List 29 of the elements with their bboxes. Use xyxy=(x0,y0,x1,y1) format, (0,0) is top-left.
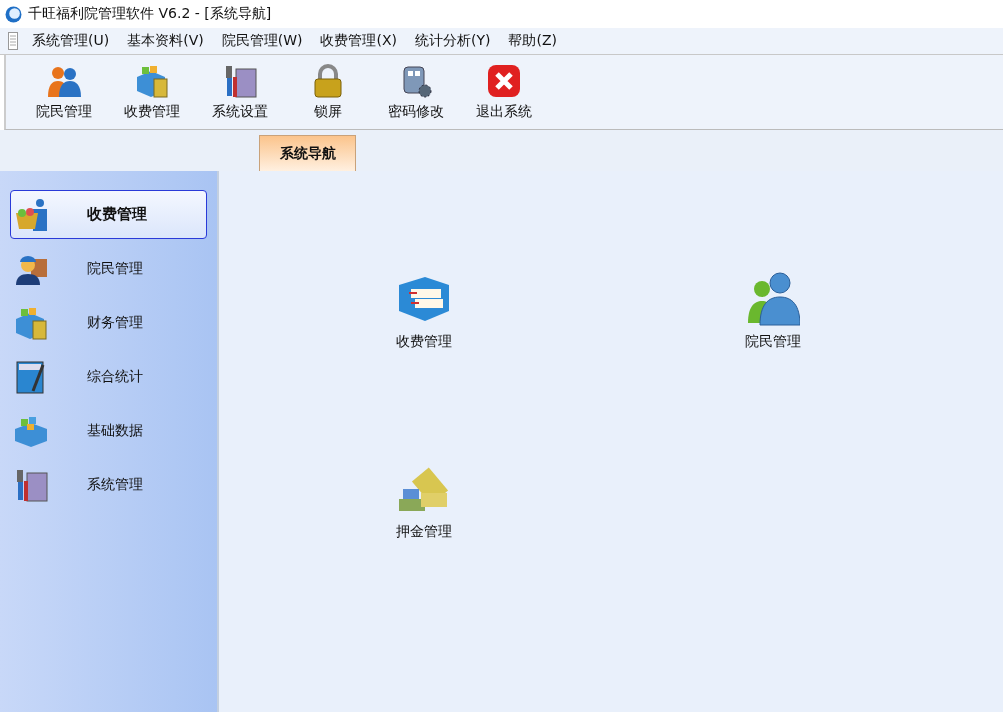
sidebar-item[interactable]: 基础数据 xyxy=(10,406,207,455)
menu-item[interactable]: 院民管理(W) xyxy=(221,32,303,50)
box-calculator-icon xyxy=(134,63,170,99)
launcher-button[interactable]: 院民管理 xyxy=(718,271,828,351)
toolbar-button[interactable]: 收费管理 xyxy=(108,63,196,121)
toolbar-button[interactable]: 锁屏 xyxy=(284,63,372,121)
launcher-button[interactable]: 收费管理 xyxy=(369,271,479,351)
sidebar-item[interactable]: 综合统计 xyxy=(10,352,207,401)
window-title: 千旺福利院管理软件 V6.2 - [系统导航] xyxy=(28,5,272,23)
toolbar-button[interactable]: 院民管理 xyxy=(20,63,108,121)
launcher-button[interactable]: 押金管理 xyxy=(369,461,479,541)
menu-grip-icon xyxy=(8,32,18,50)
people-icon xyxy=(746,271,800,327)
toolbar-button[interactable]: 系统设置 xyxy=(196,63,284,121)
sidebar-item[interactable]: 收费管理 xyxy=(10,190,207,239)
toolbar-button[interactable]: 密码修改 xyxy=(372,63,460,121)
toolbar-button[interactable]: 退出系统 xyxy=(460,63,548,121)
menu-item[interactable]: 收费管理(X) xyxy=(320,32,397,50)
tab[interactable]: 系统导航 xyxy=(259,135,356,171)
menu-item[interactable]: 统计分析(Y) xyxy=(415,32,491,50)
close-icon xyxy=(486,63,522,99)
sidebar-item[interactable]: 系统管理 xyxy=(10,460,207,509)
menu-item[interactable]: 系统管理(U) xyxy=(32,32,110,50)
app-logo-icon xyxy=(5,5,22,23)
sidebar-item[interactable]: 院民管理 xyxy=(10,244,207,293)
sidebar-item[interactable]: 财务管理 xyxy=(10,298,207,347)
menu-item[interactable]: 基本资料(V) xyxy=(127,32,204,50)
basket-person-icon xyxy=(13,196,49,233)
menu-item[interactable]: 帮助(Z) xyxy=(508,32,557,50)
